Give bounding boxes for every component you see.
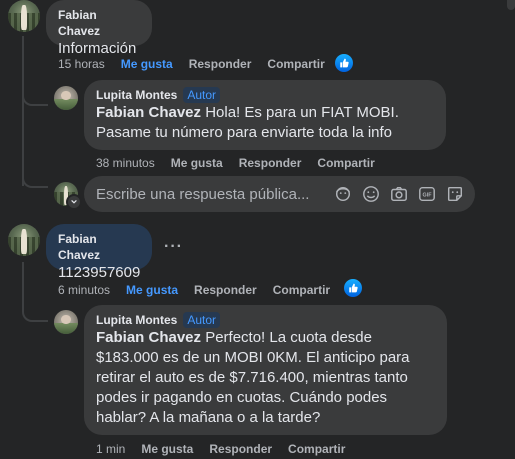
reply-input[interactable] — [96, 185, 333, 203]
comment-bubble: Fabian Chavez 1123957609 — [46, 224, 152, 281]
avatar-sticker-icon[interactable] — [333, 184, 353, 204]
like-button[interactable]: Me gusta — [121, 57, 173, 71]
like-icon[interactable] — [335, 54, 353, 72]
gif-icon[interactable]: GIF — [417, 184, 437, 204]
comment-actions: 1 min Me gusta Responder Compartir — [96, 441, 361, 457]
thread-line — [22, 36, 24, 186]
author-badge: Autor — [183, 312, 221, 328]
comment-time[interactable]: 6 minutos — [58, 283, 110, 297]
scrollbar[interactable] — [507, 0, 515, 10]
mention-link[interactable]: Fabian Chavez — [96, 329, 201, 346]
avatar[interactable] — [54, 310, 78, 334]
comment-text: 1123957609 — [58, 264, 141, 281]
comment-actions: 38 minutos Me gusta Responder Compartir — [96, 155, 391, 171]
like-button[interactable]: Me gusta — [126, 283, 178, 297]
like-button[interactable]: Me gusta — [171, 156, 223, 170]
like-button[interactable]: Me gusta — [141, 442, 193, 456]
reply-bubble: Lupita Montes Autor Fabian Chavez Perfec… — [84, 305, 447, 435]
comment-time[interactable]: 38 minutos — [96, 156, 155, 170]
comment-text: Fabian Chavez Hola! Es para un FIAT MOBI… — [96, 103, 434, 143]
share-button[interactable]: Compartir — [317, 156, 374, 170]
thread-line — [22, 170, 48, 188]
avatar[interactable] — [8, 0, 40, 32]
comment-author[interactable]: Lupita Montes — [96, 87, 177, 103]
reply-button[interactable]: Responder — [209, 442, 272, 456]
thread-line — [22, 86, 48, 106]
share-button[interactable]: Compartir — [288, 442, 345, 456]
avatar[interactable] — [8, 224, 40, 256]
reply-button[interactable]: Responder — [189, 57, 252, 71]
comment-actions: 15 horas Me gusta Responder Compartir — [58, 56, 341, 72]
reply-composer[interactable]: GIF — [84, 176, 475, 212]
author-badge: Autor — [183, 87, 221, 103]
comment-time[interactable]: 1 min — [96, 442, 125, 456]
mention-link[interactable]: Fabian Chavez — [96, 104, 201, 121]
comment-actions: 6 minutos Me gusta Responder Compartir — [58, 282, 346, 298]
reply-button[interactable]: Responder — [239, 156, 302, 170]
svg-text:GIF: GIF — [423, 193, 433, 199]
chevron-down-icon[interactable] — [68, 196, 80, 208]
camera-icon[interactable] — [389, 184, 409, 204]
sticker-icon[interactable] — [445, 184, 465, 204]
share-button[interactable]: Compartir — [273, 283, 330, 297]
more-options-button[interactable]: ··· — [164, 238, 183, 256]
comment-text: Fabian Chavez Perfecto! La cuota desde $… — [96, 328, 435, 428]
share-button[interactable]: Compartir — [267, 57, 324, 71]
comment-time[interactable]: 15 horas — [58, 57, 105, 71]
reply-bubble: Lupita Montes Autor Fabian Chavez Hola! … — [84, 80, 446, 150]
comment-thread: Fabian Chavez Información 15 horas Me gu… — [0, 0, 515, 459]
comment-bubble: Fabian Chavez Información — [46, 0, 152, 57]
like-icon[interactable] — [344, 279, 362, 297]
thread-line — [22, 262, 48, 322]
reply-button[interactable]: Responder — [194, 283, 257, 297]
avatar[interactable] — [54, 86, 78, 110]
comment-author[interactable]: Fabian Chavez — [58, 7, 140, 39]
comment-author[interactable]: Lupita Montes — [96, 312, 177, 328]
comment-author[interactable]: Fabian Chavez — [58, 231, 140, 263]
emoji-icon[interactable] — [361, 184, 381, 204]
